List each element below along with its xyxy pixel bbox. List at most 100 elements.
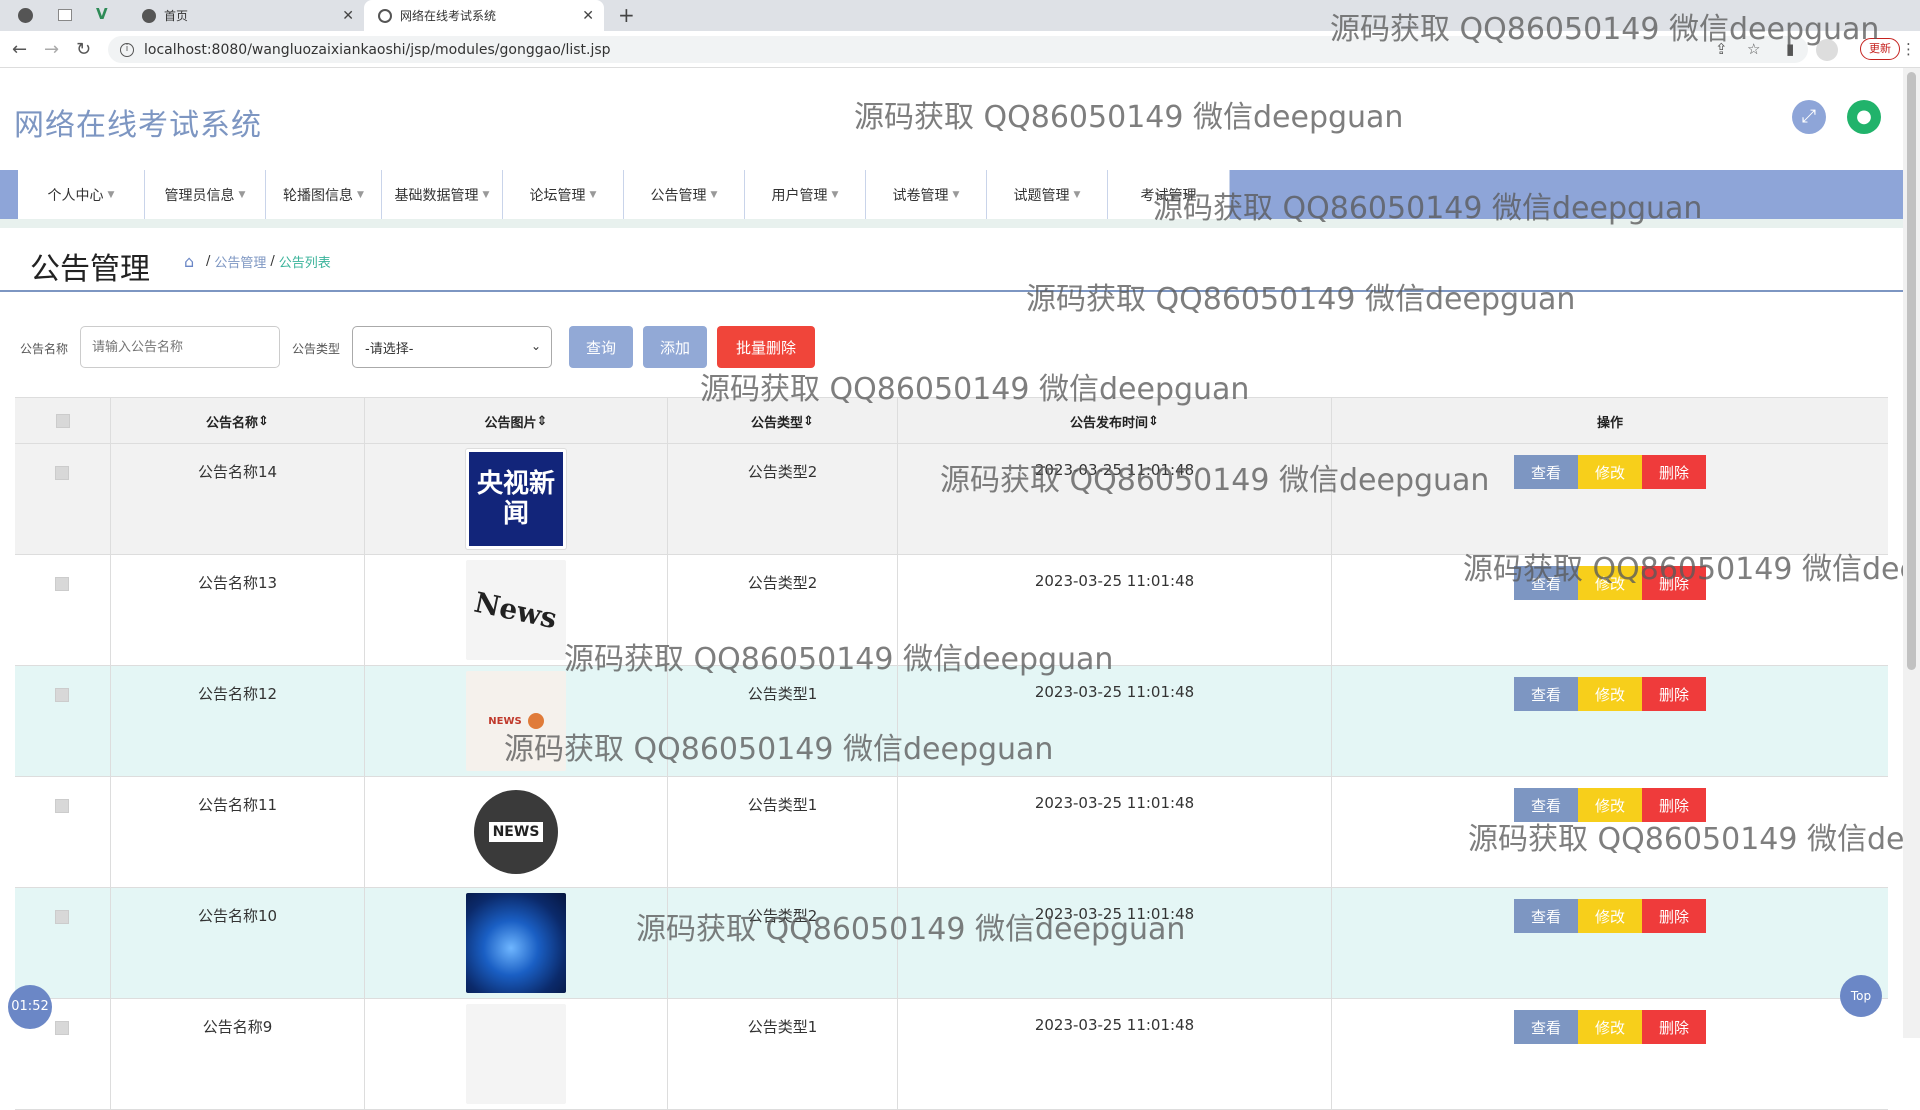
menu-personal-center[interactable]: 个人中心 ▼ <box>18 170 145 219</box>
tab-exam-system[interactable]: 网络在线考试系统 ✕ <box>364 0 604 31</box>
forward-icon[interactable]: → <box>44 39 59 60</box>
notice-name-cell: 公告名称10 <box>111 888 365 999</box>
menu-admin-info[interactable]: 管理员信息 ▼ <box>145 170 266 219</box>
watermark: 源码获取 QQ86050149 微信deepguan <box>1330 12 1880 47</box>
col-type-label: 公告类型 <box>751 415 804 431</box>
notice-image-cell: NEWS <box>365 777 668 888</box>
notice-type-cell: 公告类型1 <box>668 999 898 1110</box>
tab-title: 首页 <box>164 9 189 23</box>
menu-paper[interactable]: 试卷管理 ▼ <box>866 170 987 219</box>
watermark: 源码获取 QQ86050149 微信deepguan <box>940 463 1490 498</box>
row-select-cell <box>15 444 111 555</box>
news-badge: NEWS <box>474 790 558 874</box>
menu-notice[interactable]: 公告管理 ▼ <box>624 170 745 219</box>
caret-icon: ▼ <box>357 189 364 200</box>
image-text: 央视新闻 <box>477 469 556 529</box>
row-checkbox[interactable] <box>55 910 69 924</box>
globe-icon <box>142 8 156 23</box>
more-icon[interactable]: ⋮ <box>1901 40 1916 58</box>
delete-button[interactable]: 删除 <box>1642 455 1706 489</box>
row-checkbox[interactable] <box>55 1021 69 1035</box>
sort-icon: ⇕ <box>536 413 548 429</box>
col-name[interactable]: 公告名称 ⇕ <box>111 398 365 444</box>
title-divider <box>0 290 1903 292</box>
row-checkbox[interactable] <box>55 577 69 591</box>
view-button[interactable]: 查看 <box>1514 899 1578 933</box>
add-button[interactable]: 添加 <box>643 326 707 368</box>
caret-icon: ▼ <box>710 189 718 200</box>
home-icon[interactable]: ⌂ <box>184 253 202 270</box>
actions-cell: 查看 修改 删除 <box>1332 666 1888 777</box>
batch-delete-button[interactable]: 批量删除 <box>717 326 815 368</box>
chevron-down-icon: ⌄ <box>530 339 541 353</box>
browser-icon <box>18 8 33 23</box>
menu-base-data[interactable]: 基础数据管理 ▼ <box>382 170 503 219</box>
menu-user[interactable]: 用户管理 ▼ <box>745 170 866 219</box>
col-actions: 操作 <box>1332 398 1888 444</box>
actions-cell: 查看 修改 删除 <box>1332 999 1888 1110</box>
delete-button[interactable]: 删除 <box>1642 899 1706 933</box>
row-checkbox[interactable] <box>55 466 69 480</box>
notice-type-select[interactable]: -请选择- ⌄ <box>352 326 552 368</box>
sort-icon: ⇕ <box>258 413 269 429</box>
fullscreen-icon[interactable]: ⤢ <box>1792 100 1826 134</box>
new-tab-button[interactable]: + <box>618 3 635 27</box>
info-icon[interactable]: i <box>120 42 134 57</box>
breadcrumb-separator: / <box>206 254 211 269</box>
select-all-cell <box>15 398 111 444</box>
news-globe-image: NEWS <box>466 782 566 882</box>
user-icon[interactable]: ● <box>1847 100 1881 134</box>
edit-button[interactable]: 修改 <box>1578 455 1642 489</box>
menu-label: 论坛管理 <box>529 187 586 204</box>
page-title: 公告管理 <box>30 252 150 287</box>
view-button[interactable]: 查看 <box>1514 455 1578 489</box>
query-button[interactable]: 查询 <box>569 326 633 368</box>
menu-label: 试题管理 <box>1013 187 1070 204</box>
watermark: 源码获取 QQ86050149 微信deepguan <box>504 732 1054 767</box>
menu-carousel-info[interactable]: 轮播图信息 ▼ <box>266 170 382 219</box>
notice-image-cell <box>365 999 668 1110</box>
row-checkbox[interactable] <box>55 799 69 813</box>
tab-home[interactable]: 首页 ✕ <box>128 0 364 31</box>
breadcrumb-separator: / <box>270 254 275 269</box>
delete-button[interactable]: 删除 <box>1642 1010 1706 1044</box>
view-button[interactable]: 查看 <box>1514 677 1578 711</box>
select-all-checkbox[interactable] <box>55 414 70 428</box>
close-icon[interactable]: ✕ <box>342 8 354 24</box>
edit-button[interactable]: 修改 <box>1578 677 1642 711</box>
menu-forum[interactable]: 论坛管理 ▼ <box>503 170 624 219</box>
menu-label: 公告管理 <box>650 187 707 204</box>
delete-button[interactable]: 删除 <box>1642 677 1706 711</box>
view-button[interactable]: 查看 <box>1514 1010 1578 1044</box>
reload-icon[interactable]: ↻ <box>76 39 91 60</box>
col-image-label: 公告图片 <box>484 415 537 431</box>
breadcrumb-notice[interactable]: 公告管理 <box>214 252 266 271</box>
caret-icon: ▼ <box>589 189 597 200</box>
close-icon[interactable]: ✕ <box>582 8 594 24</box>
blue-globe-image <box>466 893 566 993</box>
scrollbar-thumb[interactable] <box>1907 72 1916 670</box>
caret-icon: ▼ <box>952 189 960 200</box>
newspaper-image: News <box>466 560 566 660</box>
action-buttons: 查看 修改 删除 <box>1514 455 1706 555</box>
notice-name-cell: 公告名称11 <box>111 777 365 888</box>
edit-button[interactable]: 修改 <box>1578 1010 1642 1044</box>
row-checkbox[interactable] <box>55 688 69 702</box>
back-icon[interactable]: ← <box>12 39 27 60</box>
caret-icon: ▼ <box>482 189 490 200</box>
notice-type-cell: 公告类型2 <box>668 444 898 555</box>
actions-cell: 查看 修改 删除 <box>1332 888 1888 999</box>
image-text: NEWS <box>488 822 544 842</box>
col-image[interactable]: 公告图片 ⇕ <box>365 398 668 444</box>
notice-name-cell: 公告名称14 <box>111 444 365 555</box>
url-text: localhost:8080/wangluozaixiankaoshi/jsp/… <box>144 41 611 58</box>
menu-label: 管理员信息 <box>164 187 235 204</box>
table-row: 公告名称9 公告类型1 2023-03-25 11:01:48 查看 修改 删除 <box>15 999 1888 1110</box>
menu-question[interactable]: 试题管理 ▼ <box>987 170 1108 219</box>
back-to-top-button[interactable]: Top <box>1840 975 1882 1017</box>
edit-button[interactable]: 修改 <box>1578 899 1642 933</box>
notice-image-cell <box>365 888 668 999</box>
notice-time-cell: 2023-03-25 11:01:48 <box>898 777 1332 888</box>
notice-image-cell: 央视新闻 <box>365 444 668 555</box>
notice-name-input[interactable] <box>80 326 280 368</box>
